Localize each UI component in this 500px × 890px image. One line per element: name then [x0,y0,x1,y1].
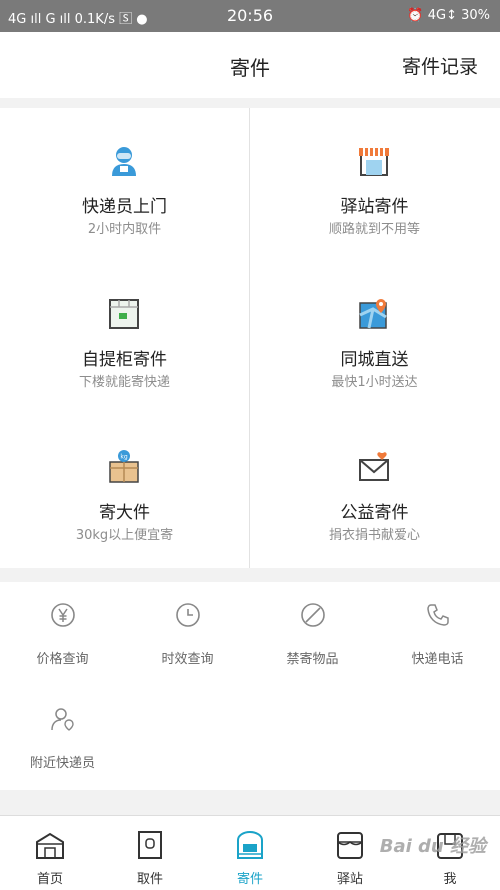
service-subtitle: 顺路就到不用等 [328,222,420,237]
service-charity[interactable]: 公益寄件 捐衣捐书献爱心 [250,414,499,567]
tool-forbidden-items[interactable]: 禁寄物品 [250,582,375,682]
tool-label: 禁寄物品 [286,652,339,667]
pickup-icon [138,831,162,859]
tool-nearby-courier[interactable]: 附近快递员 [0,686,125,786]
service-subtitle: 下楼就能寄快递 [78,375,170,390]
tab-label: 驿站 [336,872,363,887]
send-record-link[interactable]: 寄件记录 [402,52,478,79]
tool-price-query[interactable]: 价格查询 [0,582,125,682]
tool-label: 附近快递员 [29,756,95,771]
station-tab-icon [337,832,363,859]
service-subtitle: 捐衣捐书献爱心 [328,528,420,543]
service-title: 自提柜寄件 [82,350,167,370]
service-title: 快递员上门 [82,197,167,217]
clock-icon [176,603,200,627]
service-locker-send[interactable]: 自提柜寄件 下楼就能寄快递 [0,261,249,414]
locker-icon [109,299,139,329]
tab-pickup[interactable]: 取件 [100,816,200,890]
courier-location-icon [51,708,74,731]
tool-label: 价格查询 [36,652,89,667]
tab-send[interactable]: 寄件 [200,816,300,890]
home-icon [36,832,64,859]
service-courier-pickup[interactable]: 快递员上门 2小时内取件 [0,108,249,261]
service-subtitle: 30kg以上便宜寄 [75,528,174,543]
tool-label: 时效查询 [161,652,214,667]
service-title: 驿站寄件 [340,197,409,217]
service-subtitle: 2小时内取件 [87,222,162,237]
svg-text:kg: kg [120,454,127,461]
service-same-city[interactable]: 同城直送 最快1小时送达 [250,261,499,414]
watermark: Bai du 经验 [379,836,486,857]
status-battery: ⏰ 4G↕ 30% [407,8,490,23]
phone-icon [427,604,449,626]
tool-label: 快递电话 [411,652,464,667]
status-bar: 4G ıll G ıll 0.1K/s 🅂 ● 20:56 ⏰ 4G↕ 30% [0,0,500,32]
service-title: 寄大件 [99,503,150,523]
courier-icon [112,147,136,176]
header: 寄件 寄件记录 [0,32,500,98]
map-pin-icon [359,299,387,329]
service-big-package[interactable]: kg 寄大件 30kg以上便宜寄 [0,414,249,567]
station-icon [359,148,389,176]
charity-envelope-icon [359,452,389,481]
service-subtitle: 最快1小时送达 [331,375,418,390]
tab-label: 我 [443,872,457,887]
service-grid: 快递员上门 2小时内取件 驿站寄件 顺路就到不用等 自提柜寄件 下楼就能寄快递 … [0,108,500,568]
service-title: 同城直送 [340,350,409,370]
service-title: 公益寄件 [340,503,409,523]
tab-label: 取件 [136,872,163,887]
tool-time-query[interactable]: 时效查询 [125,582,250,682]
tool-courier-phone[interactable]: 快递电话 [375,582,500,682]
tools-section: 价格查询 时效查询 禁寄物品 快递电话 附近快递员 [0,582,500,790]
big-package-icon: kg [109,450,139,483]
service-station-send[interactable]: 驿站寄件 顺路就到不用等 [250,108,499,261]
send-icon [237,831,263,859]
tab-label: 寄件 [236,872,263,887]
forbidden-icon [301,603,325,627]
tab-home[interactable]: 首页 [0,816,100,890]
yen-icon [51,603,75,627]
tab-label: 首页 [36,872,63,887]
